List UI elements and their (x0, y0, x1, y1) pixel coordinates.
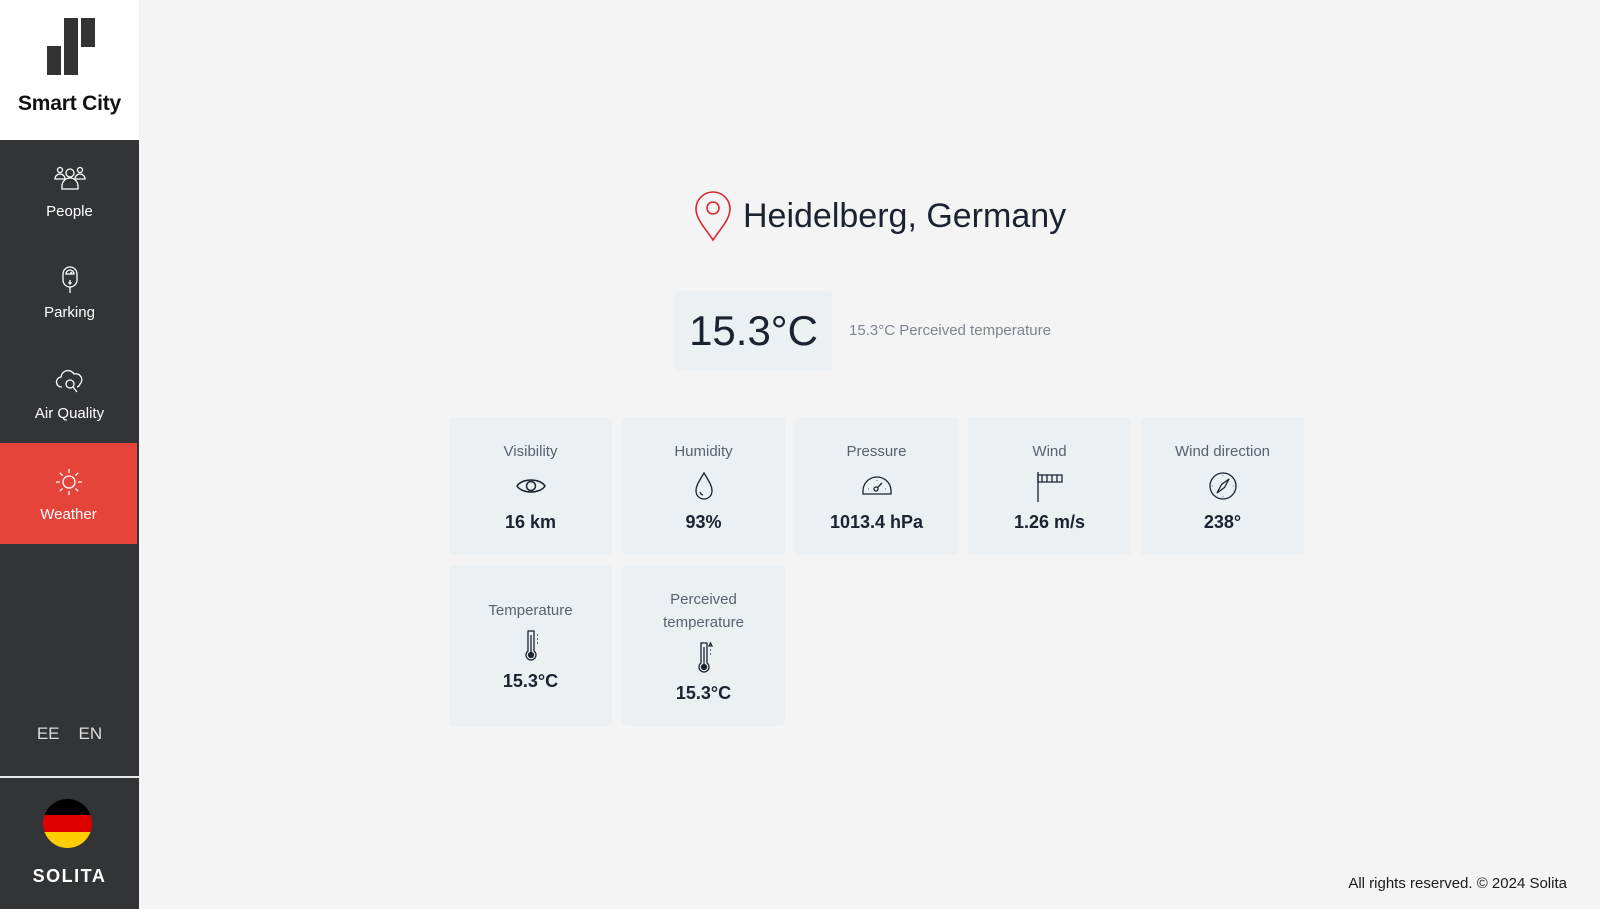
sidebar: Smart City People Parking Air Quality We… (0, 0, 139, 909)
cloud-search-icon (55, 369, 82, 393)
bar-logo-icon (45, 17, 95, 77)
card-visibility: Visibility 16 km (449, 417, 612, 555)
brand-title: Smart City (17, 92, 122, 115)
compass-icon (1208, 471, 1237, 500)
card-temperature: Temperature 15.3°C (449, 565, 612, 726)
card-label: Pressure (846, 442, 907, 460)
map-pin-icon (695, 191, 731, 242)
card-perceived-temperature: Perceived temperature 15.3°C (622, 565, 785, 726)
sidebar-item-label: Weather (40, 506, 97, 523)
sidebar-nav: People Parking Air Quality Weather (0, 140, 139, 544)
card-wind-direction: Wind direction 238° (1141, 417, 1304, 555)
parking-meter-icon (61, 266, 78, 293)
sidebar-item-parking[interactable]: Parking (0, 241, 139, 342)
location-name: Heidelberg, Germany (743, 196, 1067, 235)
windsock-icon (1036, 471, 1063, 502)
eye-icon (515, 478, 546, 493)
footer-copyright: All rights reserved. © 2024 Solita (1348, 875, 1567, 892)
sidebar-item-people[interactable]: People (0, 140, 139, 241)
sun-icon (55, 469, 82, 495)
thermometer-feel-icon (697, 641, 713, 673)
people-icon (53, 166, 86, 190)
card-label: Humidity (674, 442, 733, 460)
card-value: 15.3°C (675, 682, 732, 703)
card-label: Wind direction (1174, 442, 1271, 460)
gauge-icon (861, 475, 892, 495)
card-value: 16 km (504, 511, 557, 532)
sidebar-item-air-quality[interactable]: Air Quality (0, 342, 139, 443)
perceived-temperature-text: 15.3°C Perceived temperature (849, 322, 1051, 339)
card-value: 93% (685, 511, 722, 532)
card-label: Wind (1032, 442, 1067, 460)
sidebar-divider (0, 776, 139, 778)
footer-brand: SOLITA (32, 866, 107, 886)
location-header: Heidelberg, Germany (693, 190, 1066, 242)
language-en[interactable]: EN (79, 724, 103, 744)
sidebar-item-label: Air Quality (34, 405, 105, 422)
current-temperature: 15.3°C (675, 291, 832, 371)
brand[interactable]: Smart City (0, 0, 139, 140)
sidebar-item-weather[interactable]: Weather (0, 443, 137, 544)
language-switcher: EE EN (0, 724, 139, 744)
card-pressure: Pressure 1013.4 hPa (795, 417, 958, 555)
sidebar-item-label: People (46, 203, 93, 220)
language-ee[interactable]: EE (37, 724, 60, 744)
card-wind: Wind 1.26 m/s (968, 417, 1131, 555)
droplet-icon (694, 471, 713, 500)
card-value: 1.26 m/s (1013, 511, 1086, 532)
card-value: 15.3°C (502, 671, 559, 691)
card-value: 1013.4 hPa (829, 511, 924, 532)
card-label: Temperature (488, 602, 573, 619)
germany-flag-icon (43, 799, 92, 848)
card-label: Visibility (503, 442, 558, 460)
card-value: 238° (1203, 511, 1242, 532)
sidebar-item-label: Parking (44, 304, 95, 321)
card-label: Perceived temperature (663, 590, 744, 631)
thermometer-icon (524, 630, 538, 661)
card-humidity: Humidity 93% (622, 417, 785, 555)
